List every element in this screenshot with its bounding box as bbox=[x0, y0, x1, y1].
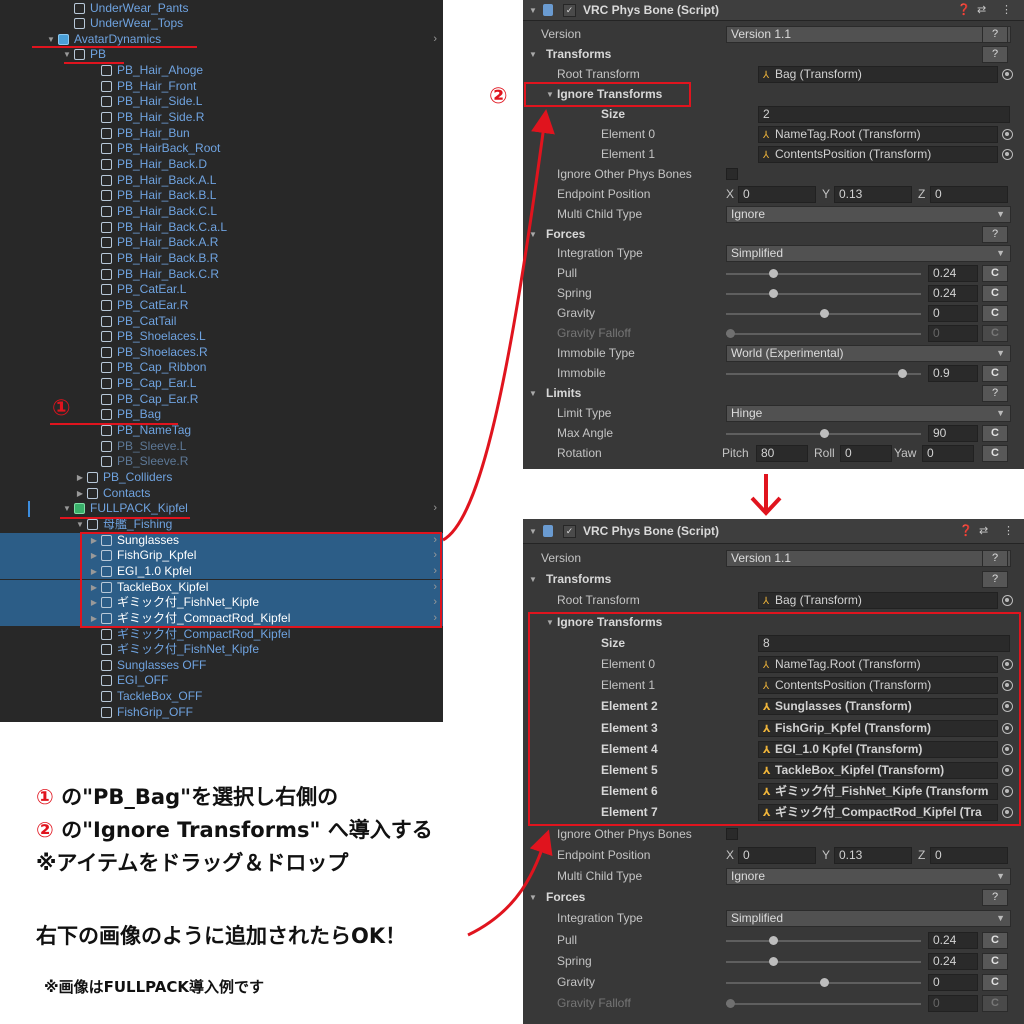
instruction-line-2: ② の"Ignore Transforms" へ導入する bbox=[36, 814, 433, 844]
instruction-line-5: ※画像はFULLPACK導入例です bbox=[44, 978, 264, 996]
instruction-text-1: の"PB_Bag"を選択し右側の bbox=[53, 785, 339, 809]
arrow-to-ignore-transforms bbox=[442, 109, 555, 542]
instruction-number-2: ② bbox=[36, 818, 54, 842]
arrow-to-added-elements bbox=[467, 829, 553, 937]
instruction-line-4: 右下の画像のように追加されたらOK！ bbox=[36, 924, 407, 948]
down-arrow-icon bbox=[750, 474, 782, 516]
instruction-number-1: ① bbox=[36, 785, 54, 809]
instruction-line-3: ※アイテムをドラッグ＆ドロップ bbox=[36, 851, 349, 875]
instruction-text-2: の"Ignore Transforms" へ導入する bbox=[53, 818, 433, 842]
instruction-line-1: ① の"PB_Bag"を選択し右側の bbox=[36, 781, 338, 811]
